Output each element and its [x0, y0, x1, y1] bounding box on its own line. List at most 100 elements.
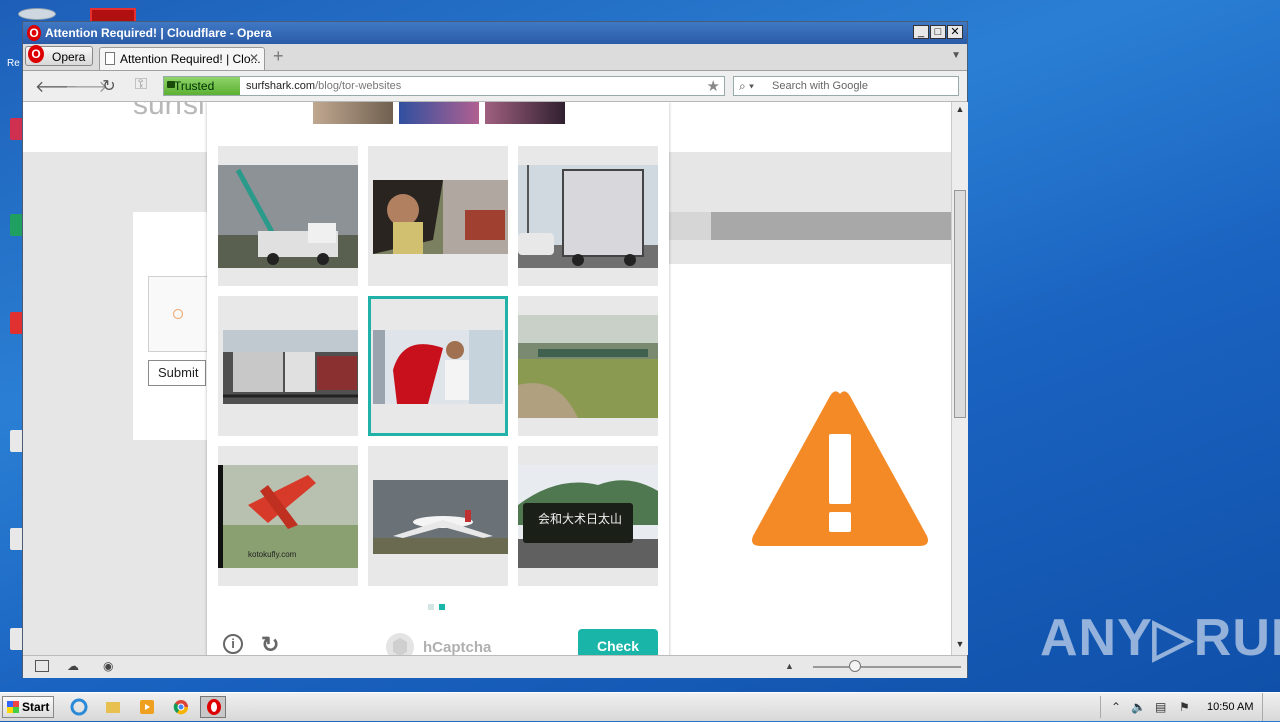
forward-arrow-icon[interactable]: 🡒 [65, 76, 108, 97]
challenge-image-tile[interactable] [218, 296, 358, 436]
media-player-icon [140, 700, 154, 714]
red-umbrella-image [373, 330, 503, 404]
scrollbar-thumb[interactable] [954, 190, 966, 418]
hcaptcha-logo-icon [386, 633, 414, 655]
scroll-down-icon[interactable]: ▼ [954, 639, 966, 653]
system-tray: ⌃ 🔈 ▤ ⚑ 10:50 AM [1100, 696, 1280, 718]
view-up-icon[interactable]: ▲ [785, 660, 799, 672]
start-label: Start [22, 700, 50, 714]
address-bar[interactable]: Trusted surfshark.com/blog/tor-websites … [163, 76, 725, 96]
cloud-icon[interactable]: ☁ [67, 660, 81, 672]
folder-icon [106, 702, 120, 713]
window-title: Attention Required! | Cloudflare - Opera [45, 26, 272, 40]
crane-truck-image [218, 165, 358, 268]
person-with-umbrella-image [373, 180, 508, 254]
campaign-truck-image: 会和大术日太山 [518, 465, 658, 568]
vertical-scrollbar[interactable]: ▲ ▼ [951, 102, 968, 655]
show-desktop-button[interactable] [1262, 693, 1280, 721]
opera-menu-label: Opera [52, 50, 86, 64]
tab-active[interactable]: Attention Required! | Clo... ✕ [99, 47, 265, 70]
challenge-image-tile-selected[interactable] [368, 296, 508, 436]
maximize-button[interactable]: □ [930, 25, 946, 39]
freight-train-image [223, 330, 358, 404]
pager-dot-active[interactable] [439, 604, 445, 610]
page-icon [105, 52, 115, 65]
reload-icon[interactable]: ↻ [99, 76, 119, 96]
clock[interactable]: 10:50 AM [1207, 701, 1253, 713]
bookmark-star-icon[interactable]: ★ [707, 77, 720, 95]
check-button[interactable]: Check [578, 629, 658, 655]
tab-menu-chevron-icon[interactable]: ▼ [951, 50, 961, 61]
hcaptcha-brand-label: hCaptcha [423, 639, 492, 655]
watermark-text: ANY▷RUN [1040, 609, 1280, 667]
tab-close-icon[interactable]: ✕ [249, 51, 259, 65]
tray-expand-icon[interactable]: ⌃ [1111, 700, 1121, 714]
pager-dot[interactable] [428, 604, 434, 610]
opera-logo-icon: O [27, 25, 41, 41]
refresh-icon[interactable]: ↻ [259, 634, 279, 656]
recycle-bin-icon[interactable] [18, 8, 56, 20]
challenge-image-tile[interactable]: kotokufly.com [218, 446, 358, 586]
site-tab[interactable] [663, 212, 711, 240]
site-tab-strip [663, 212, 951, 240]
search-placeholder: Search with Google [772, 80, 868, 92]
url-text: surfshark.com/blog/tor-websites [246, 80, 401, 92]
submit-button[interactable]: Submit [148, 360, 206, 386]
search-icon[interactable]: ⌕ ▾ [739, 79, 754, 94]
truck-sign-text: 会和大术日太山 [538, 511, 622, 526]
plane-caption: kotokufly.com [248, 550, 297, 559]
hcaptcha-challenge: kotokufly.com 会和大术日太山 i ↻ hCaptcha Check [207, 102, 669, 655]
challenge-image-tile[interactable]: 会和大术日太山 [518, 446, 658, 586]
media-player-taskbar-icon[interactable] [134, 696, 160, 718]
page-viewport: surfsl Submit kotokufly.com 会和大术日太山 i ↻ … [23, 102, 951, 655]
status-bar: ☁ ◉ ▲ [23, 655, 967, 678]
url-path: /blog/tor-websites [315, 80, 402, 92]
opera-taskbar-icon[interactable] [200, 696, 226, 718]
panel-toggle-icon[interactable] [35, 660, 49, 672]
box-truck-image [518, 165, 658, 268]
captcha-widget[interactable] [148, 276, 208, 352]
minimize-button[interactable]: _ [913, 25, 929, 39]
explorer-taskbar-icon[interactable] [100, 696, 126, 718]
speed-dial-icon[interactable]: ◉ [103, 660, 117, 672]
url-host: surfshark.com [246, 80, 316, 92]
key-icon[interactable]: ⚿ [131, 76, 151, 94]
back-arrow-icon[interactable]: 🡐 [35, 76, 78, 97]
example-thumbnail [485, 102, 565, 124]
challenge-image-tile[interactable] [518, 146, 658, 286]
anyrun-watermark: ANY▷RUN [1040, 608, 1280, 668]
challenge-image-tile[interactable] [368, 146, 508, 286]
new-tab-button[interactable]: + [273, 47, 284, 65]
ie-taskbar-icon[interactable] [66, 696, 92, 718]
volume-icon[interactable]: 🔈 [1131, 700, 1146, 714]
airliner-image [373, 480, 508, 554]
search-field[interactable]: ⌕ ▾ Search with Google [733, 76, 959, 96]
trusted-badge[interactable]: Trusted [164, 77, 240, 95]
desktop-label-fragment: Re [7, 58, 20, 69]
action-center-flag-icon[interactable]: ⚑ [1179, 700, 1190, 714]
info-icon[interactable]: i [223, 634, 243, 654]
challenge-image-tile[interactable] [518, 296, 658, 436]
challenge-image-tile[interactable] [218, 146, 358, 286]
ie-icon [70, 698, 88, 716]
chrome-icon [173, 700, 189, 715]
tab-bar: O Opera Attention Required! | Clo... ✕ +… [23, 44, 967, 71]
network-icon[interactable]: ▤ [1155, 700, 1166, 714]
start-button[interactable]: Start [2, 696, 54, 718]
site-logo-fragment: surfsl [133, 102, 205, 121]
challenge-image-tile[interactable] [368, 446, 508, 586]
lock-icon [167, 81, 175, 88]
taskbar: Start ⌃ 🔈 ▤ ⚑ 10:50 AM [0, 692, 1280, 721]
close-window-button[interactable]: ✕ [947, 25, 963, 39]
opera-menu-button[interactable]: O Opera [25, 45, 93, 66]
title-bar[interactable]: O Attention Required! | Cloudflare - Ope… [23, 22, 967, 44]
tab-title: Attention Required! | Clo... [120, 52, 261, 66]
chrome-taskbar-icon[interactable] [168, 696, 194, 718]
zoom-slider[interactable] [813, 666, 961, 668]
example-thumbnail [313, 102, 393, 124]
zoom-slider-knob[interactable] [849, 660, 861, 672]
browser-window: O Attention Required! | Cloudflare - Ope… [22, 21, 968, 678]
scroll-up-icon[interactable]: ▲ [954, 104, 966, 118]
captcha-spinner-icon [173, 309, 183, 319]
challenge-form: Submit [133, 212, 208, 440]
